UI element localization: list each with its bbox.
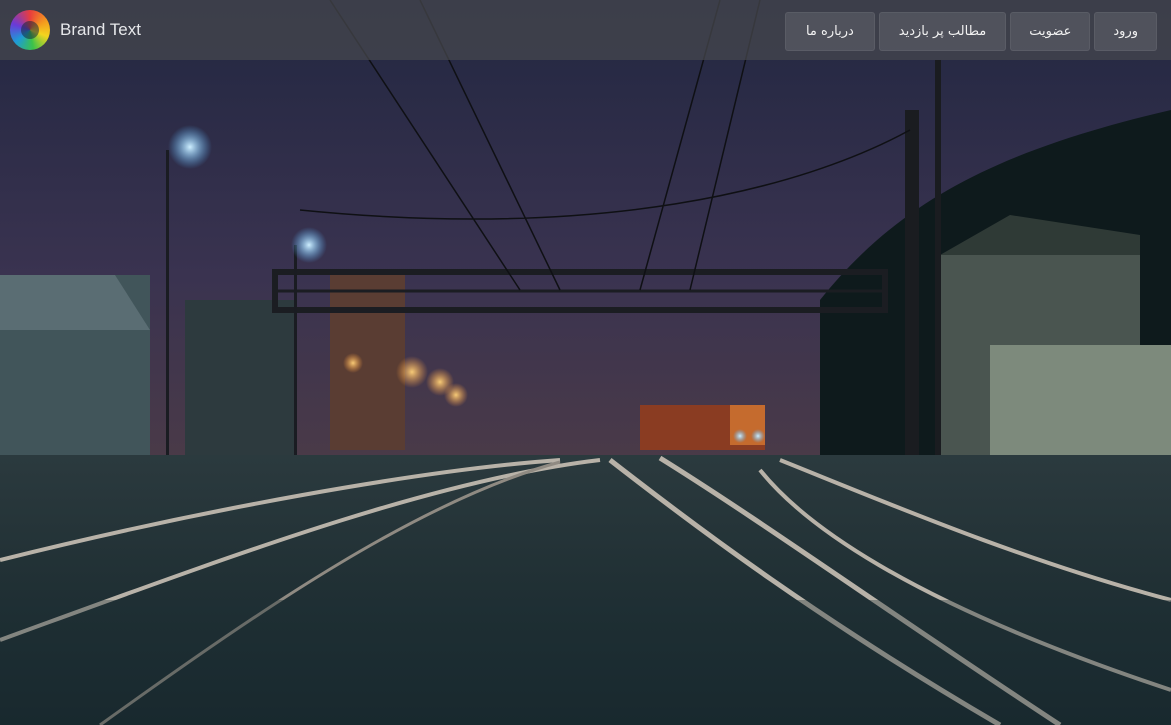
brand-link[interactable]: Brand Text (10, 10, 141, 50)
railway-night-scene (0, 0, 1171, 725)
camera-aperture-logo-icon (10, 10, 50, 50)
top-navbar: Brand Text ورود عضویت مطالب پر بازدید در… (0, 0, 1171, 60)
nav-item-about-us[interactable]: درباره ما (784, 12, 875, 51)
nav-menu: ورود عضویت مطالب پر بازدید درباره ما (784, 12, 1157, 51)
brand-text: Brand Text (60, 20, 141, 39)
nav-item-popular-posts[interactable]: مطالب پر بازدید (878, 12, 1007, 51)
nav-item-login[interactable]: ورود (1094, 12, 1157, 51)
hero-background-image (0, 0, 1171, 725)
nav-item-membership[interactable]: عضویت (1010, 12, 1091, 51)
